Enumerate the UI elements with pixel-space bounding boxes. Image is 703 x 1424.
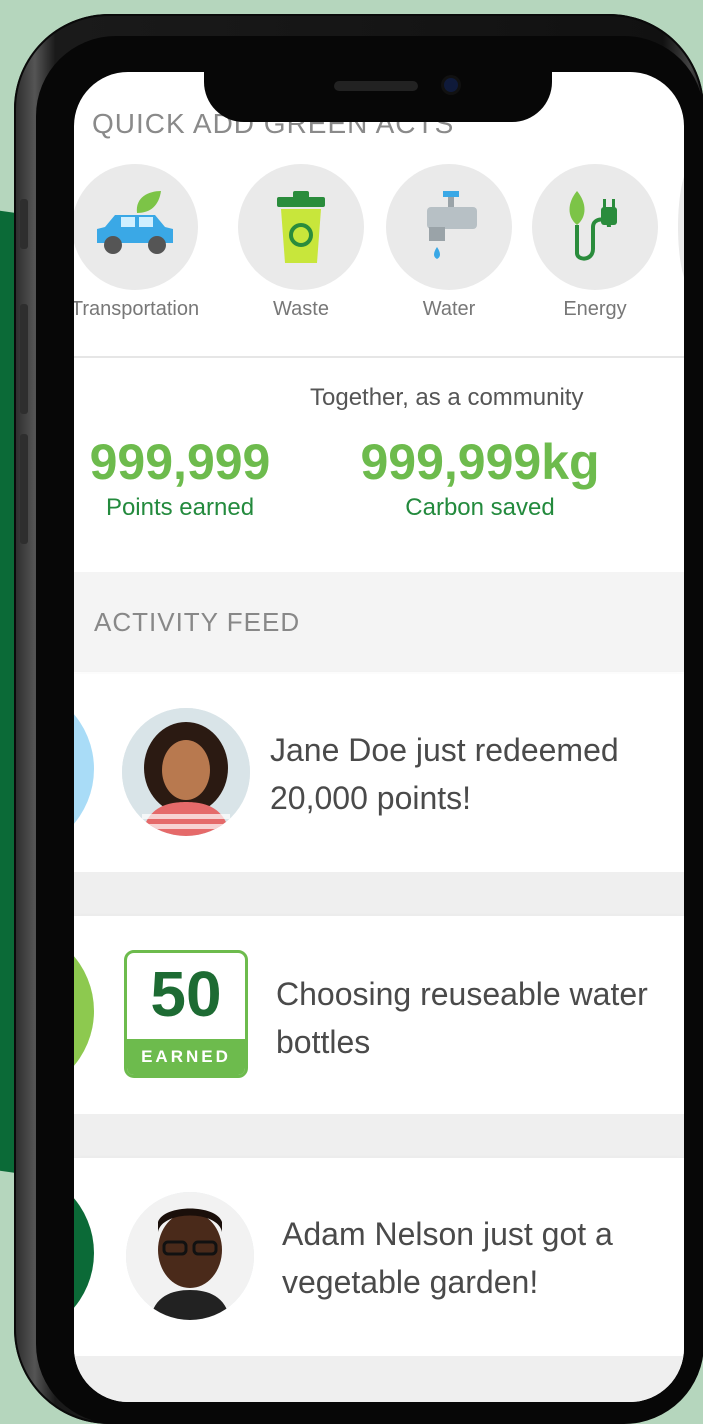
feed-gap: [74, 872, 684, 916]
faucet-icon: [427, 191, 477, 259]
feed-gap: [74, 1114, 684, 1158]
feed-item-garden[interactable]: Adam Nelson just got a vegetable garden!: [74, 1158, 684, 1356]
mute-switch: [20, 199, 28, 249]
badge-label: EARNED: [127, 1039, 245, 1075]
stat-label: Points earned: [105, 494, 255, 521]
speaker-grille: [334, 81, 418, 91]
stat-value: 999,999: [89, 434, 271, 490]
car-icon: [97, 191, 173, 254]
volume-up-button: [20, 304, 28, 414]
community-heading: Together, as a community: [310, 384, 584, 411]
feed-item-redeemed[interactable]: Jane Doe just redeemed 20,000 points!: [74, 674, 684, 872]
act-label: Water: [422, 298, 476, 320]
quick-add-transportation[interactable]: Transportation: [74, 164, 200, 321]
app-screen: QUICK ADD GREEN ACTS Transportation Wast…: [74, 72, 684, 1402]
quick-add-waste[interactable]: Waste: [236, 164, 366, 321]
feed-gap: [74, 1356, 684, 1402]
feed-item-text: Choosing reuseable water bottles: [276, 976, 648, 1060]
volume-down-button: [20, 434, 28, 544]
recycle-bin-icon: [277, 191, 325, 263]
section-divider: [74, 356, 684, 358]
quick-add-energy[interactable]: Energy: [530, 164, 660, 321]
points-earned-badge: 50 EARNED: [124, 950, 248, 1078]
front-camera-icon: [444, 78, 458, 92]
quick-add-row[interactable]: Transportation Waste Water Energy: [74, 164, 684, 334]
feed-item-points-earned[interactable]: 50 EARNED Choosing reuseable water bottl…: [74, 916, 684, 1114]
quick-add-water[interactable]: Water: [384, 164, 514, 321]
act-label: Transportation: [74, 298, 200, 320]
badge-value: 50: [150, 958, 222, 1030]
plug-icon: [569, 191, 617, 261]
feed-item-text: Jane Doe just redeemed 20,000 points!: [270, 732, 619, 816]
points-earned-stat: 999,999 Points earned: [80, 434, 280, 522]
side-bubble: [74, 1168, 94, 1338]
quick-add-more-peek[interactable]: [678, 164, 684, 290]
stat-value: 999,999kg: [360, 434, 600, 490]
phone-notch: [204, 56, 552, 122]
activity-feed-title: ACTIVITY FEED: [94, 607, 301, 637]
feed-item-text: Adam Nelson just got a vegetable garden!: [282, 1216, 613, 1300]
avatar-woman-icon: [122, 708, 250, 836]
act-label: Energy: [563, 298, 627, 320]
stat-label: Carbon saved: [405, 494, 555, 521]
avatar: [126, 1192, 254, 1320]
act-label: Waste: [273, 298, 329, 320]
avatar: [122, 708, 250, 836]
side-bubble: [74, 684, 94, 854]
side-bubble: [74, 926, 94, 1096]
avatar-man-icon: [126, 1192, 254, 1320]
phone-frame: QUICK ADD GREEN ACTS Transportation Wast…: [14, 14, 703, 1424]
carbon-saved-stat: 999,999kg Carbon saved: [350, 434, 610, 522]
